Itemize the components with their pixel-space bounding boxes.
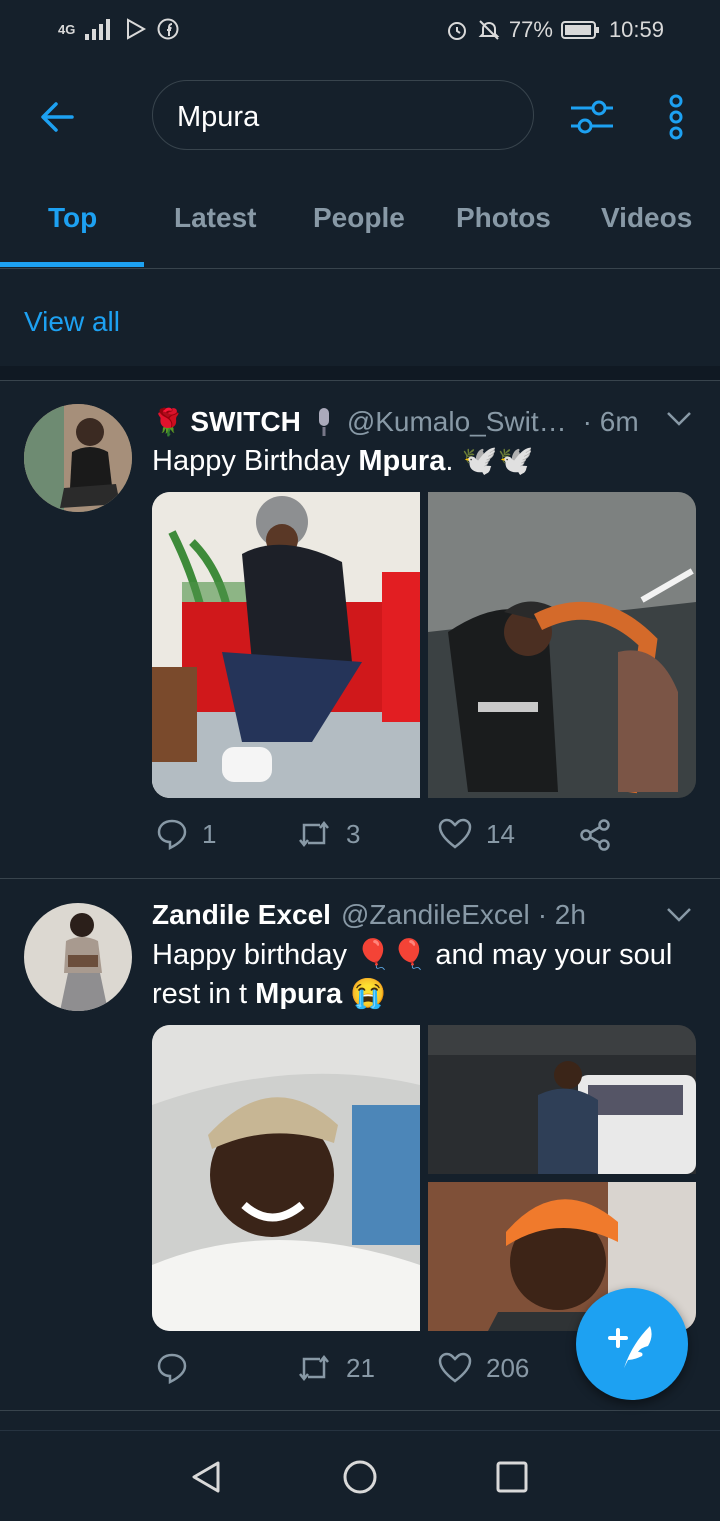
- facebook-icon: [157, 18, 179, 40]
- tweet-divider: [0, 1410, 720, 1411]
- like-button[interactable]: 206: [438, 1352, 529, 1384]
- tweet-time: · 6m: [582, 406, 639, 437]
- chevron-down-icon[interactable]: [666, 410, 692, 428]
- compose-button[interactable]: [576, 1288, 688, 1400]
- avatar[interactable]: [24, 903, 132, 1011]
- section-separator: [0, 366, 720, 381]
- author-handle[interactable]: @Kumalo_Swit…: [347, 406, 567, 438]
- reply-button[interactable]: 1: [156, 818, 216, 850]
- tweet-divider: [0, 878, 720, 879]
- active-tab-indicator: [0, 262, 144, 267]
- tweet-header: Zandile Excel @ZandileExcel · 2h: [152, 899, 586, 931]
- network-indicator: 4G: [58, 21, 76, 37]
- view-all-link[interactable]: View all: [24, 306, 120, 338]
- retweet-icon: [299, 820, 329, 848]
- author-name[interactable]: SWITCH: [190, 406, 300, 438]
- media-photo-2[interactable]: [428, 1025, 696, 1174]
- author-name[interactable]: Zandile Excel: [152, 899, 331, 931]
- nav-home-icon[interactable]: [342, 1459, 378, 1495]
- tweet-time: · 2h: [537, 899, 586, 930]
- clock: 10:59: [608, 17, 664, 42]
- alarm-icon: [447, 22, 466, 40]
- retweet-count: 21: [346, 1352, 375, 1383]
- tweet-header: 🌹 SWITCH @Kumalo_Swit… · 6m: [152, 405, 639, 439]
- rose-emoji: 🌹: [152, 406, 185, 437]
- compose-icon: [608, 1326, 652, 1368]
- tweet-text-start: Happy birthday 🎈🎈 and may your soul rest…: [152, 939, 673, 1010]
- status-bar: 4G 77% 10:59: [0, 0, 720, 62]
- tweet-text: Happy birthday 🎈🎈 and may your soul rest…: [152, 936, 692, 1014]
- photo-man-beside-van: [428, 1025, 696, 1174]
- reply-icon: [157, 819, 187, 850]
- search-query: Mpura: [177, 101, 260, 133]
- like-button[interactable]: 14: [438, 818, 515, 850]
- tab-photos[interactable]: Photos: [456, 202, 551, 234]
- tweet-text: Happy Birthday Mpura. 🕊️🕊️: [152, 442, 692, 481]
- reply-button[interactable]: [156, 1352, 202, 1384]
- play-store-icon: [127, 18, 147, 40]
- retweet-count: 3: [346, 818, 361, 849]
- more-vertical-icon[interactable]: [665, 94, 687, 140]
- tab-latest[interactable]: Latest: [174, 202, 256, 234]
- nav-recents-icon[interactable]: [496, 1461, 528, 1493]
- avatar[interactable]: [24, 404, 132, 512]
- retweet-button[interactable]: 3: [296, 818, 360, 850]
- avatar-photo: [24, 404, 132, 512]
- tab-videos[interactable]: Videos: [601, 202, 692, 234]
- view-all-row[interactable]: View all: [0, 278, 720, 367]
- like-icon: [438, 1352, 472, 1383]
- tweet-text-end: 😭: [342, 978, 387, 1010]
- reply-icon: [157, 1353, 187, 1384]
- search-term-highlight: Mpura: [255, 978, 343, 1010]
- tab-people[interactable]: People: [313, 202, 405, 234]
- search-input[interactable]: Mpura: [152, 80, 534, 150]
- media-photo-2[interactable]: [428, 492, 696, 798]
- search-tabs: Top Latest People Photos Videos: [0, 180, 720, 269]
- photo-man-red-chair: [152, 492, 420, 798]
- media-photo-1[interactable]: [152, 492, 420, 798]
- photo-selfie-in-car: [152, 1025, 420, 1331]
- avatar-photo: [24, 903, 132, 1011]
- media-photo-1[interactable]: [152, 1025, 420, 1331]
- like-count: 14: [486, 818, 515, 849]
- tweet-media[interactable]: [152, 1025, 696, 1331]
- tweet-actions: 1 3 14: [152, 818, 696, 858]
- tab-top[interactable]: Top: [48, 202, 97, 234]
- battery-percent: 77%: [508, 17, 553, 42]
- nav-back-icon[interactable]: [188, 1459, 224, 1495]
- author-handle[interactable]: @ZandileExcel: [341, 899, 530, 931]
- tweet-text-start: Happy Birthday: [152, 445, 359, 477]
- like-count: 206: [486, 1352, 530, 1383]
- signal-icon: [85, 19, 111, 40]
- share-button[interactable]: [578, 818, 612, 852]
- retweet-button[interactable]: 21: [296, 1352, 375, 1384]
- tweet-text-end: . 🕊️🕊️: [445, 445, 534, 477]
- tweet-media[interactable]: [152, 492, 696, 798]
- search-term-highlight: Mpura: [358, 445, 446, 477]
- share-icon: [580, 819, 610, 851]
- chevron-down-icon[interactable]: [666, 906, 692, 924]
- photo-man-woman-braids: [428, 492, 696, 798]
- back-arrow-icon[interactable]: [38, 98, 76, 136]
- like-icon: [438, 818, 472, 849]
- microphone-icon: [318, 408, 329, 436]
- system-navigation-bar: [0, 1430, 720, 1521]
- retweet-icon: [299, 1354, 329, 1382]
- battery-icon: [560, 21, 599, 39]
- mute-icon: [478, 20, 500, 40]
- reply-count: 1: [202, 818, 217, 849]
- filter-icon[interactable]: [569, 98, 615, 136]
